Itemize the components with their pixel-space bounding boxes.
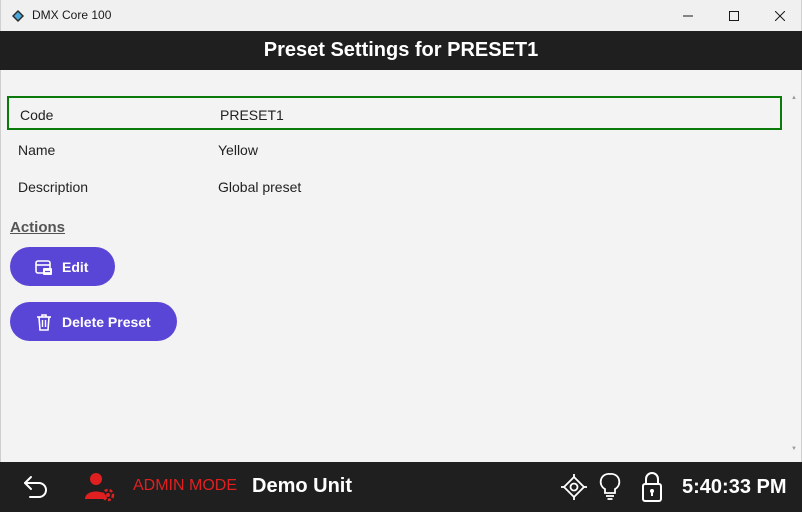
delete-preset-button[interactable]: Delete Preset [10, 302, 177, 341]
edit-button[interactable]: Edit [10, 247, 115, 286]
field-value: PRESET1 [220, 107, 284, 123]
close-icon [775, 10, 785, 21]
maximize-icon [729, 10, 739, 21]
scroll-down-icon[interactable]: ▼ [791, 446, 797, 452]
app-header: Preset Settings for PRESET1 [0, 31, 802, 70]
lock-icon[interactable] [640, 471, 664, 503]
bottom-bar: ADMIN MODE Demo Unit 5:40:33 PM [0, 462, 802, 512]
field-row-description[interactable]: Description Global preset [7, 170, 782, 204]
edit-icon [34, 257, 54, 277]
unit-name: Demo Unit [252, 475, 352, 497]
actions-title: Actions [10, 219, 66, 236]
field-label: Code [20, 107, 54, 123]
page-title: Preset Settings for PRESET1 [263, 39, 539, 61]
app-logo-icon [12, 10, 24, 22]
lightbulb-icon[interactable] [598, 472, 622, 502]
scrollbar[interactable] [790, 94, 798, 456]
admin-mode-label: ADMIN MODE [133, 477, 237, 494]
edit-button-label: Edit [62, 258, 89, 275]
back-arrow-icon[interactable] [22, 474, 50, 500]
delete-button-label: Delete Preset [62, 313, 151, 330]
minimize-button[interactable] [665, 0, 711, 31]
window-title: DMX Core 100 [32, 8, 112, 22]
trash-icon [34, 312, 54, 332]
maximize-button[interactable] [711, 0, 757, 31]
clock-time: 5:40:33 PM [682, 476, 787, 498]
field-label: Description [18, 179, 89, 195]
minimize-icon [683, 15, 693, 16]
field-row-code[interactable]: Code PRESET1 [7, 96, 782, 130]
close-button[interactable] [757, 0, 802, 31]
scroll-up-icon[interactable]: ▲ [791, 95, 797, 101]
field-value: Global preset [218, 179, 302, 195]
content-area: ▲ ▼ Code PRESET1 Name Yellow Description… [0, 70, 802, 462]
admin-user-gear-icon[interactable] [84, 471, 116, 503]
field-row-name[interactable]: Name Yellow [7, 133, 782, 167]
locate-icon[interactable] [561, 474, 587, 500]
field-label: Name [18, 142, 56, 158]
window-titlebar: DMX Core 100 [0, 0, 802, 31]
field-value: Yellow [218, 142, 258, 158]
